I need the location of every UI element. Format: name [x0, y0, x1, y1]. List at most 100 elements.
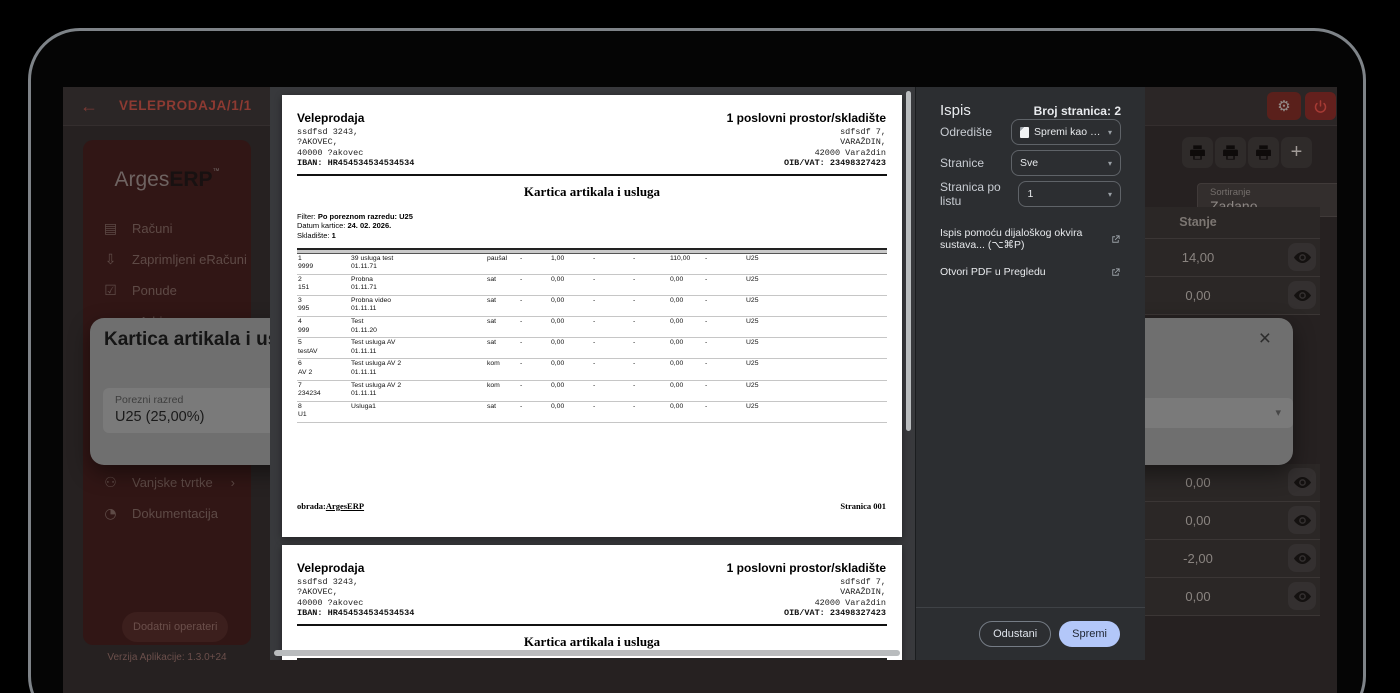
- print-link-label: Ispis pomoću dijaloškog okvira sustava..…: [940, 227, 1083, 251]
- print-field-row: Stranice Sve ▾: [940, 150, 1121, 176]
- column-label: Stanje: [1179, 215, 1217, 229]
- location-address: VARAŽDIN,: [840, 137, 886, 147]
- row-value: 0,00: [1185, 288, 1211, 303]
- tablet-frame: ← VELEPRODAJA/1/1 ⚙ ArgesERP™ ▤ Računi ⇩…: [28, 28, 1366, 693]
- app-logo: ArgesERP™: [83, 168, 251, 192]
- sidebar-item-icon: ☑: [104, 282, 117, 299]
- eye-icon: [1293, 289, 1311, 301]
- logout-button[interactable]: [1305, 92, 1336, 120]
- view-button[interactable]: [1288, 506, 1316, 534]
- cancel-button[interactable]: Odustani: [979, 621, 1052, 647]
- add-button[interactable]: +: [1281, 137, 1312, 168]
- footer-processing: obrada:ArgesERP: [297, 501, 365, 511]
- document-meta: Filter: Po poreznom razredu: U25 Datum ka…: [297, 212, 902, 241]
- sidebar-item[interactable]: ☑ Ponude: [83, 275, 251, 306]
- print-field-select[interactable]: 1 ▾: [1018, 181, 1121, 207]
- additional-operators-button[interactable]: Dodatni operateri: [122, 612, 229, 642]
- sidebar-item[interactable]: ◔ Dokumentacija: [83, 498, 251, 529]
- location-oib: OIB/VAT: 23498327423: [783, 158, 886, 168]
- sidebar-item[interactable]: ▤ Računi: [83, 213, 251, 244]
- divider: [297, 173, 887, 176]
- document-page-1: Veleprodaja ssdfsd 3243, ?AKOVEC, 40000 …: [282, 95, 902, 537]
- eye-icon: [1293, 552, 1311, 564]
- print-link[interactable]: Otvori PDF u Pregledu: [940, 266, 1121, 278]
- gear-icon: ⚙: [1277, 97, 1291, 115]
- print-field-select[interactable]: Sve ▾: [1011, 150, 1121, 176]
- print-button-2[interactable]: [1215, 137, 1246, 168]
- location-address: VARAŽDIN,: [840, 587, 886, 597]
- close-icon[interactable]: ×: [1259, 328, 1271, 349]
- table-column-header: Stanje: [1145, 207, 1320, 239]
- document-footer: obrada:ArgesERP Stranica 001: [297, 501, 886, 511]
- footer-link: ArgesERP: [325, 501, 365, 511]
- doc-table-row: 7 234234 Test usluga AV 2 01.11.11 kom - 0…: [297, 380, 887, 402]
- save-button[interactable]: Spremi: [1059, 621, 1120, 647]
- sidebar-item[interactable]: ⇩ Zaprimljeni eRačuni: [83, 244, 251, 275]
- view-button[interactable]: [1288, 544, 1316, 572]
- company-block: Veleprodaja ssdfsd 3243, ?AKOVEC, 40000 …: [297, 561, 415, 619]
- row-value: 14,00: [1181, 250, 1215, 265]
- settings-button[interactable]: ⚙: [1267, 92, 1301, 120]
- table-rows-top: 14,00 0,00: [1145, 239, 1320, 315]
- sidebar-item-label: Zaprimljeni eRačuni: [132, 252, 247, 267]
- doc-table-row: 1 9999 39 usluga test 01.11.71 paušal - 1,…: [297, 253, 887, 276]
- document-header: Veleprodaja ssdfsd 3243, ?AKOVEC, 40000 …: [282, 545, 902, 619]
- company-name: Veleprodaja: [297, 561, 365, 575]
- print-button-1[interactable]: [1182, 137, 1213, 168]
- eye-icon: [1293, 590, 1311, 602]
- horizontal-scrollbar[interactable]: [274, 650, 900, 656]
- print-field-label: Odredište: [940, 125, 993, 139]
- external-link-icon: [1112, 234, 1120, 243]
- table-row: 0,00: [1145, 277, 1320, 315]
- print-dialog-footer: Odustani Spremi: [916, 607, 1145, 660]
- print-field-select[interactable]: Spremi kao PDF ▾: [1011, 119, 1121, 145]
- view-button[interactable]: [1288, 468, 1316, 496]
- location-address: sdfsdf 7,: [840, 576, 886, 587]
- row-value: 0,00: [1185, 513, 1211, 528]
- sidebar-item-label: Ponude: [132, 283, 177, 298]
- company-iban: IBAN: HR454534534534534: [297, 608, 415, 618]
- document-title: Kartica artikala i usluga: [523, 633, 661, 649]
- vertical-scrollbar[interactable]: [906, 91, 911, 431]
- print-dialog-title: Ispis: [940, 102, 971, 119]
- table-row: 0,00: [1145, 502, 1320, 540]
- location-address: sdfsdf 7,: [840, 126, 886, 137]
- sidebar-item[interactable]: ⚇ Vanjske tvrtke ›: [83, 467, 251, 498]
- sidebar-item-label: Dokumentacija: [132, 506, 218, 521]
- doc-table-row: 3 995 Probna video 01.11.11 sat - 0,00 - -…: [297, 295, 887, 318]
- meta-line: Datum kartice: 24. 02. 2026.: [297, 221, 392, 230]
- chevron-down-icon: ▾: [1275, 406, 1281, 419]
- table-header-strip: [297, 657, 887, 660]
- power-icon: [1314, 99, 1327, 113]
- doc-table-row: 6 AV 2 Test usluga AV 2 01.11.11 kom - 0,0…: [297, 358, 887, 381]
- print-field-value: Sve: [1020, 157, 1039, 169]
- location-address: 42000 Varaždin: [814, 597, 886, 608]
- page-background: ← VELEPRODAJA/1/1 ⚙ ArgesERP™ ▤ Računi ⇩…: [0, 0, 1400, 693]
- print-field-row: Odredište Spremi kao PDF ▾: [940, 119, 1121, 145]
- doc-table-row: 5 testAV Test usluga AV 01.11.11 sat - 0,0…: [297, 337, 887, 360]
- company-address: ?AKOVEC,: [297, 587, 338, 597]
- print-dialog-header: Ispis Broj stranica: 2: [916, 87, 1145, 119]
- printer-icon: [1223, 145, 1238, 160]
- doc-table-row: 8 U1 Usluga1 sat - 0,00 - - 0,00 - U25: [297, 401, 887, 423]
- location-name: 1 poslovni prostor/skladište: [726, 111, 886, 125]
- print-link[interactable]: Ispis pomoću dijaloškog okvira sustava..…: [940, 227, 1121, 251]
- page-count: Broj stranica: 2: [1033, 104, 1121, 118]
- chevron-right-icon: ›: [230, 475, 235, 490]
- view-button[interactable]: [1288, 243, 1316, 271]
- plus-icon: +: [1290, 141, 1303, 163]
- sidebar-item-icon: ◔: [104, 505, 117, 522]
- chevron-down-icon: ▾: [1107, 189, 1112, 199]
- view-button[interactable]: [1288, 582, 1316, 610]
- logo-tm: ™: [212, 168, 220, 175]
- app-screen: ← VELEPRODAJA/1/1 ⚙ ArgesERP™ ▤ Računi ⇩…: [63, 87, 1337, 693]
- print-button-3[interactable]: [1248, 137, 1279, 168]
- sidebar-item-label: Računi: [132, 221, 173, 236]
- table-rows-bottom: 0,00 0,00 -2,00 0,00: [1145, 464, 1320, 616]
- location-block: 1 poslovni prostor/skladište sdfsdf 7, V…: [726, 111, 886, 169]
- document-title: Kartica artikala i usluga: [523, 183, 661, 199]
- view-button[interactable]: [1288, 281, 1316, 309]
- back-arrow-icon[interactable]: ←: [77, 95, 101, 117]
- external-link-icon: [1112, 267, 1120, 276]
- tax-class-label: Porezni razred: [115, 394, 184, 406]
